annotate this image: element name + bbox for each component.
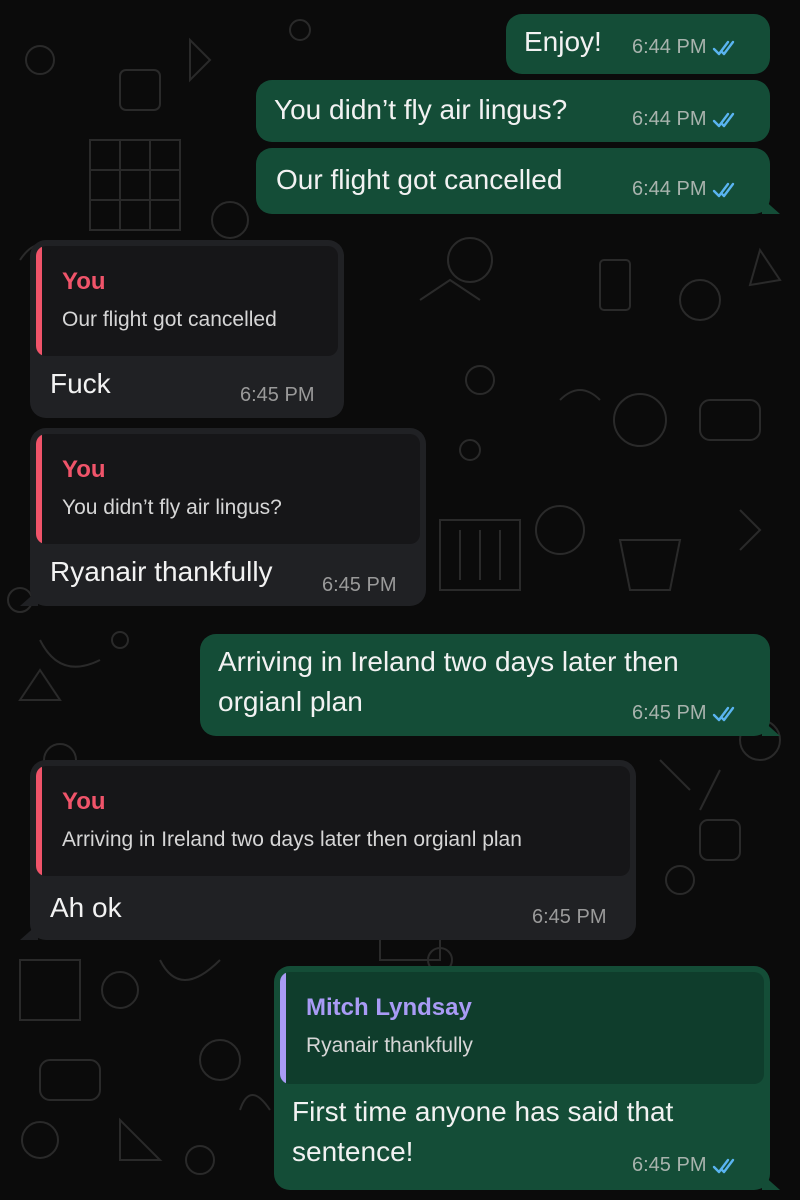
message-bubble-incoming[interactable]: You You didn’t fly air lingus? Ryanair t… bbox=[20, 428, 426, 606]
message-bubble-incoming[interactable]: You Our flight got cancelled Fuck 6:45 P… bbox=[30, 240, 344, 418]
reply-author: You bbox=[62, 268, 106, 295]
message-text: First time anyone has said that sentence… bbox=[292, 1096, 674, 1167]
message-meta: 6:44 PM bbox=[632, 108, 740, 131]
message-text: Ryanair thankfully bbox=[50, 556, 273, 587]
message-bubble-outgoing[interactable]: Arriving in Ireland two days later then … bbox=[200, 634, 780, 736]
reply-author: You bbox=[62, 788, 106, 815]
message-bubble-outgoing[interactable]: Mitch Lyndsay Ryanair thankfully First t… bbox=[274, 966, 780, 1190]
reply-quote-bar bbox=[36, 434, 42, 544]
message-text: Our flight got cancelled bbox=[276, 164, 563, 195]
reply-text: Ryanair thankfully bbox=[306, 1034, 473, 1057]
message-meta: 6:45 PM bbox=[240, 384, 314, 407]
message-time: 6:45 PM bbox=[632, 1154, 707, 1176]
message-time: 6:45 PM bbox=[632, 702, 707, 724]
reply-quote[interactable]: Mitch Lyndsay Ryanair thankfully bbox=[280, 972, 764, 1084]
reply-quote-bar bbox=[36, 246, 42, 356]
double-check-icon bbox=[713, 706, 735, 721]
message-text: You didn’t fly air lingus? bbox=[274, 94, 568, 125]
message-time: 6:45 PM bbox=[532, 906, 607, 928]
message-text: Fuck bbox=[50, 368, 111, 399]
message-time: 6:44 PM bbox=[632, 108, 707, 130]
message-meta: 6:44 PM bbox=[632, 36, 740, 59]
message-meta: 6:45 PM bbox=[322, 574, 396, 597]
reply-quote[interactable]: You You didn’t fly air lingus? bbox=[36, 434, 420, 544]
message-bubble-outgoing[interactable]: Enjoy! 6:44 PM bbox=[506, 14, 770, 74]
message-meta: 6:45 PM bbox=[632, 702, 740, 725]
message-text: Enjoy! bbox=[524, 26, 602, 57]
chat-thread: Enjoy! 6:44 PM You didn’t fly air lingus… bbox=[0, 0, 800, 1200]
message-meta: 6:44 PM bbox=[632, 178, 740, 201]
message-bubble-outgoing[interactable]: You didn’t fly air lingus? 6:44 PM bbox=[256, 80, 770, 142]
message-time: 6:45 PM bbox=[240, 384, 315, 406]
double-check-icon bbox=[713, 1158, 735, 1173]
reply-quote-bar bbox=[280, 972, 286, 1084]
message-text: Arriving in Ireland two days later then … bbox=[218, 646, 679, 717]
message-time: 6:44 PM bbox=[632, 178, 707, 200]
reply-author: Mitch Lyndsay bbox=[306, 994, 472, 1021]
reply-quote[interactable]: You Arriving in Ireland two days later t… bbox=[36, 766, 630, 876]
double-check-icon bbox=[713, 40, 735, 55]
double-check-icon bbox=[713, 182, 735, 197]
message-bubble-outgoing[interactable]: Our flight got cancelled 6:44 PM bbox=[256, 148, 780, 214]
reply-text: Our flight got cancelled bbox=[62, 308, 277, 331]
message-time: 6:45 PM bbox=[322, 574, 397, 596]
message-meta: 6:45 PM bbox=[632, 1154, 740, 1177]
reply-text: You didn’t fly air lingus? bbox=[62, 496, 282, 519]
double-check-icon bbox=[713, 112, 735, 127]
message-time: 6:44 PM bbox=[632, 36, 707, 58]
reply-quote-bar bbox=[36, 766, 42, 876]
reply-author: You bbox=[62, 456, 106, 483]
message-text: Ah ok bbox=[50, 892, 122, 923]
reply-text: Arriving in Ireland two days later then … bbox=[62, 828, 522, 851]
message-bubble-incoming[interactable]: You Arriving in Ireland two days later t… bbox=[20, 760, 636, 940]
message-meta: 6:45 PM bbox=[532, 906, 606, 929]
reply-quote[interactable]: You Our flight got cancelled bbox=[36, 246, 338, 356]
